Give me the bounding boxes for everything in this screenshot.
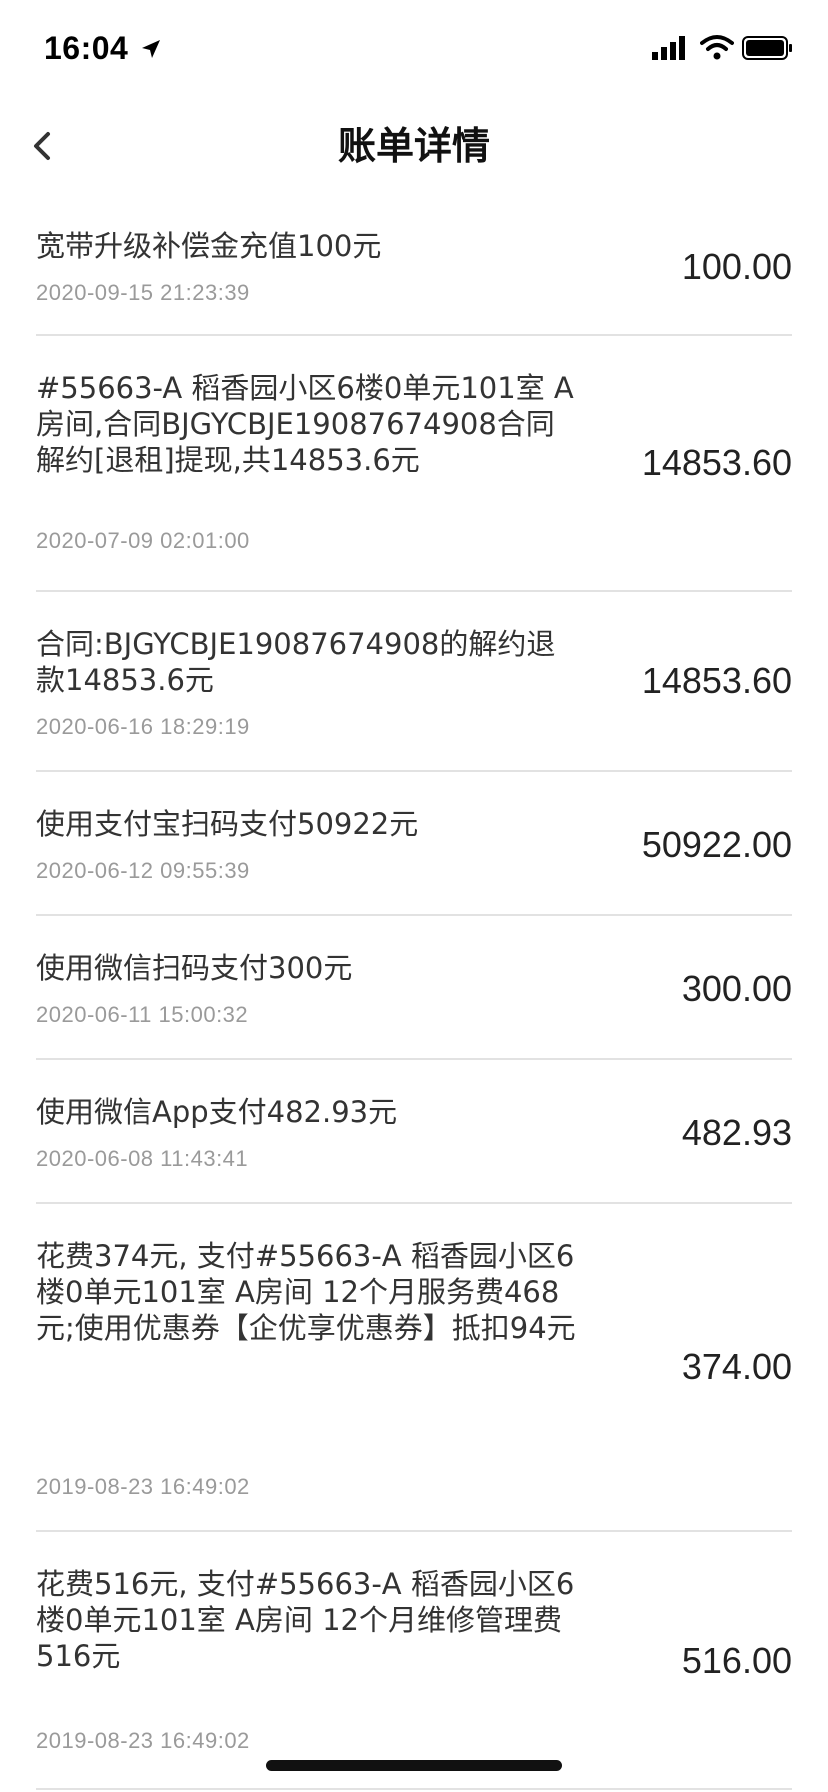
bill-time: 2020-07-09 02:01:00: [36, 528, 250, 553]
bill-time: 2020-06-16 18:29:19: [36, 714, 250, 739]
bill-item[interactable]: 花费374元, 支付#55663-A 稻香园小区6楼0单元101室 A房间 12…: [36, 1204, 792, 1532]
bill-description: 使用微信App支付482.93元: [36, 1095, 398, 1129]
bill-time: 2020-06-08 11:43:41: [36, 1146, 249, 1171]
bill-description: 合同:BJGYCBJE19087674908的解约退款14853.6元: [36, 627, 556, 697]
cellular-signal-icon: [652, 36, 685, 60]
bill-description: 花费374元, 支付#55663-A 稻香园小区6楼0单元101室 A房间 12…: [36, 1239, 576, 1345]
bill-amount: 14853.60: [641, 442, 792, 483]
page-title: 账单详情: [337, 124, 490, 168]
bill-amount: 50922.00: [641, 824, 792, 865]
bill-time: 2020-06-12 09:55:39: [36, 858, 250, 883]
bill-item[interactable]: 使用微信扫码支付300元 2020-06-11 15:00:32 300.00: [36, 916, 792, 1060]
nav-bar: 账单详情: [0, 100, 828, 192]
bill-time: 2019-08-23 16:49:02: [36, 1474, 250, 1499]
status-time: 16:04: [44, 30, 129, 66]
battery-icon: [742, 36, 792, 60]
bill-time: 2020-06-11 15:00:32: [36, 1002, 249, 1027]
wifi-icon: [700, 35, 734, 60]
bill-description: 使用微信扫码支付300元: [36, 951, 353, 985]
bill-time: 2020-09-15 21:23:39: [36, 280, 250, 305]
bill-description: 使用支付宝扫码支付50922元: [36, 807, 419, 841]
bill-description: 花费516元, 支付#55663-A 稻香园小区6楼0单元101室 A房间 12…: [36, 1567, 575, 1673]
bill-item[interactable]: 宽带升级补偿金充值100元 2020-09-15 21:23:39 100.00: [36, 192, 792, 336]
bill-description: 宽带升级补偿金充值100元: [36, 229, 382, 263]
bill-amount: 516.00: [681, 1640, 792, 1681]
location-arrow-icon: [142, 40, 160, 58]
bill-item[interactable]: 花费516元, 支付#55663-A 稻香园小区6楼0单元101室 A房间 12…: [36, 1532, 792, 1790]
bill-item[interactable]: 使用支付宝扫码支付50922元 2020-06-12 09:55:39 5092…: [36, 772, 792, 916]
bill-item[interactable]: #55663-A 稻香园小区6楼0单元101室 A房间,合同BJGYCBJE19…: [36, 336, 792, 592]
bill-amount: 300.00: [681, 968, 792, 1009]
bill-amount: 482.93: [681, 1112, 792, 1153]
bill-amount: 374.00: [681, 1346, 792, 1387]
status-bar: 16:04: [0, 0, 828, 100]
bill-amount: 100.00: [681, 246, 792, 287]
bill-item[interactable]: 使用微信App支付482.93元 2020-06-08 11:43:41 482…: [36, 1060, 792, 1204]
bill-description: #55663-A 稻香园小区6楼0单元101室 A房间,合同BJGYCBJE19…: [36, 371, 574, 477]
bill-item[interactable]: 合同:BJGYCBJE19087674908的解约退款14853.6元 2020…: [36, 592, 792, 772]
home-indicator: [266, 1760, 562, 1771]
bill-time: 2019-08-23 16:49:02: [36, 1728, 250, 1753]
bill-amount: 14853.60: [641, 660, 792, 701]
